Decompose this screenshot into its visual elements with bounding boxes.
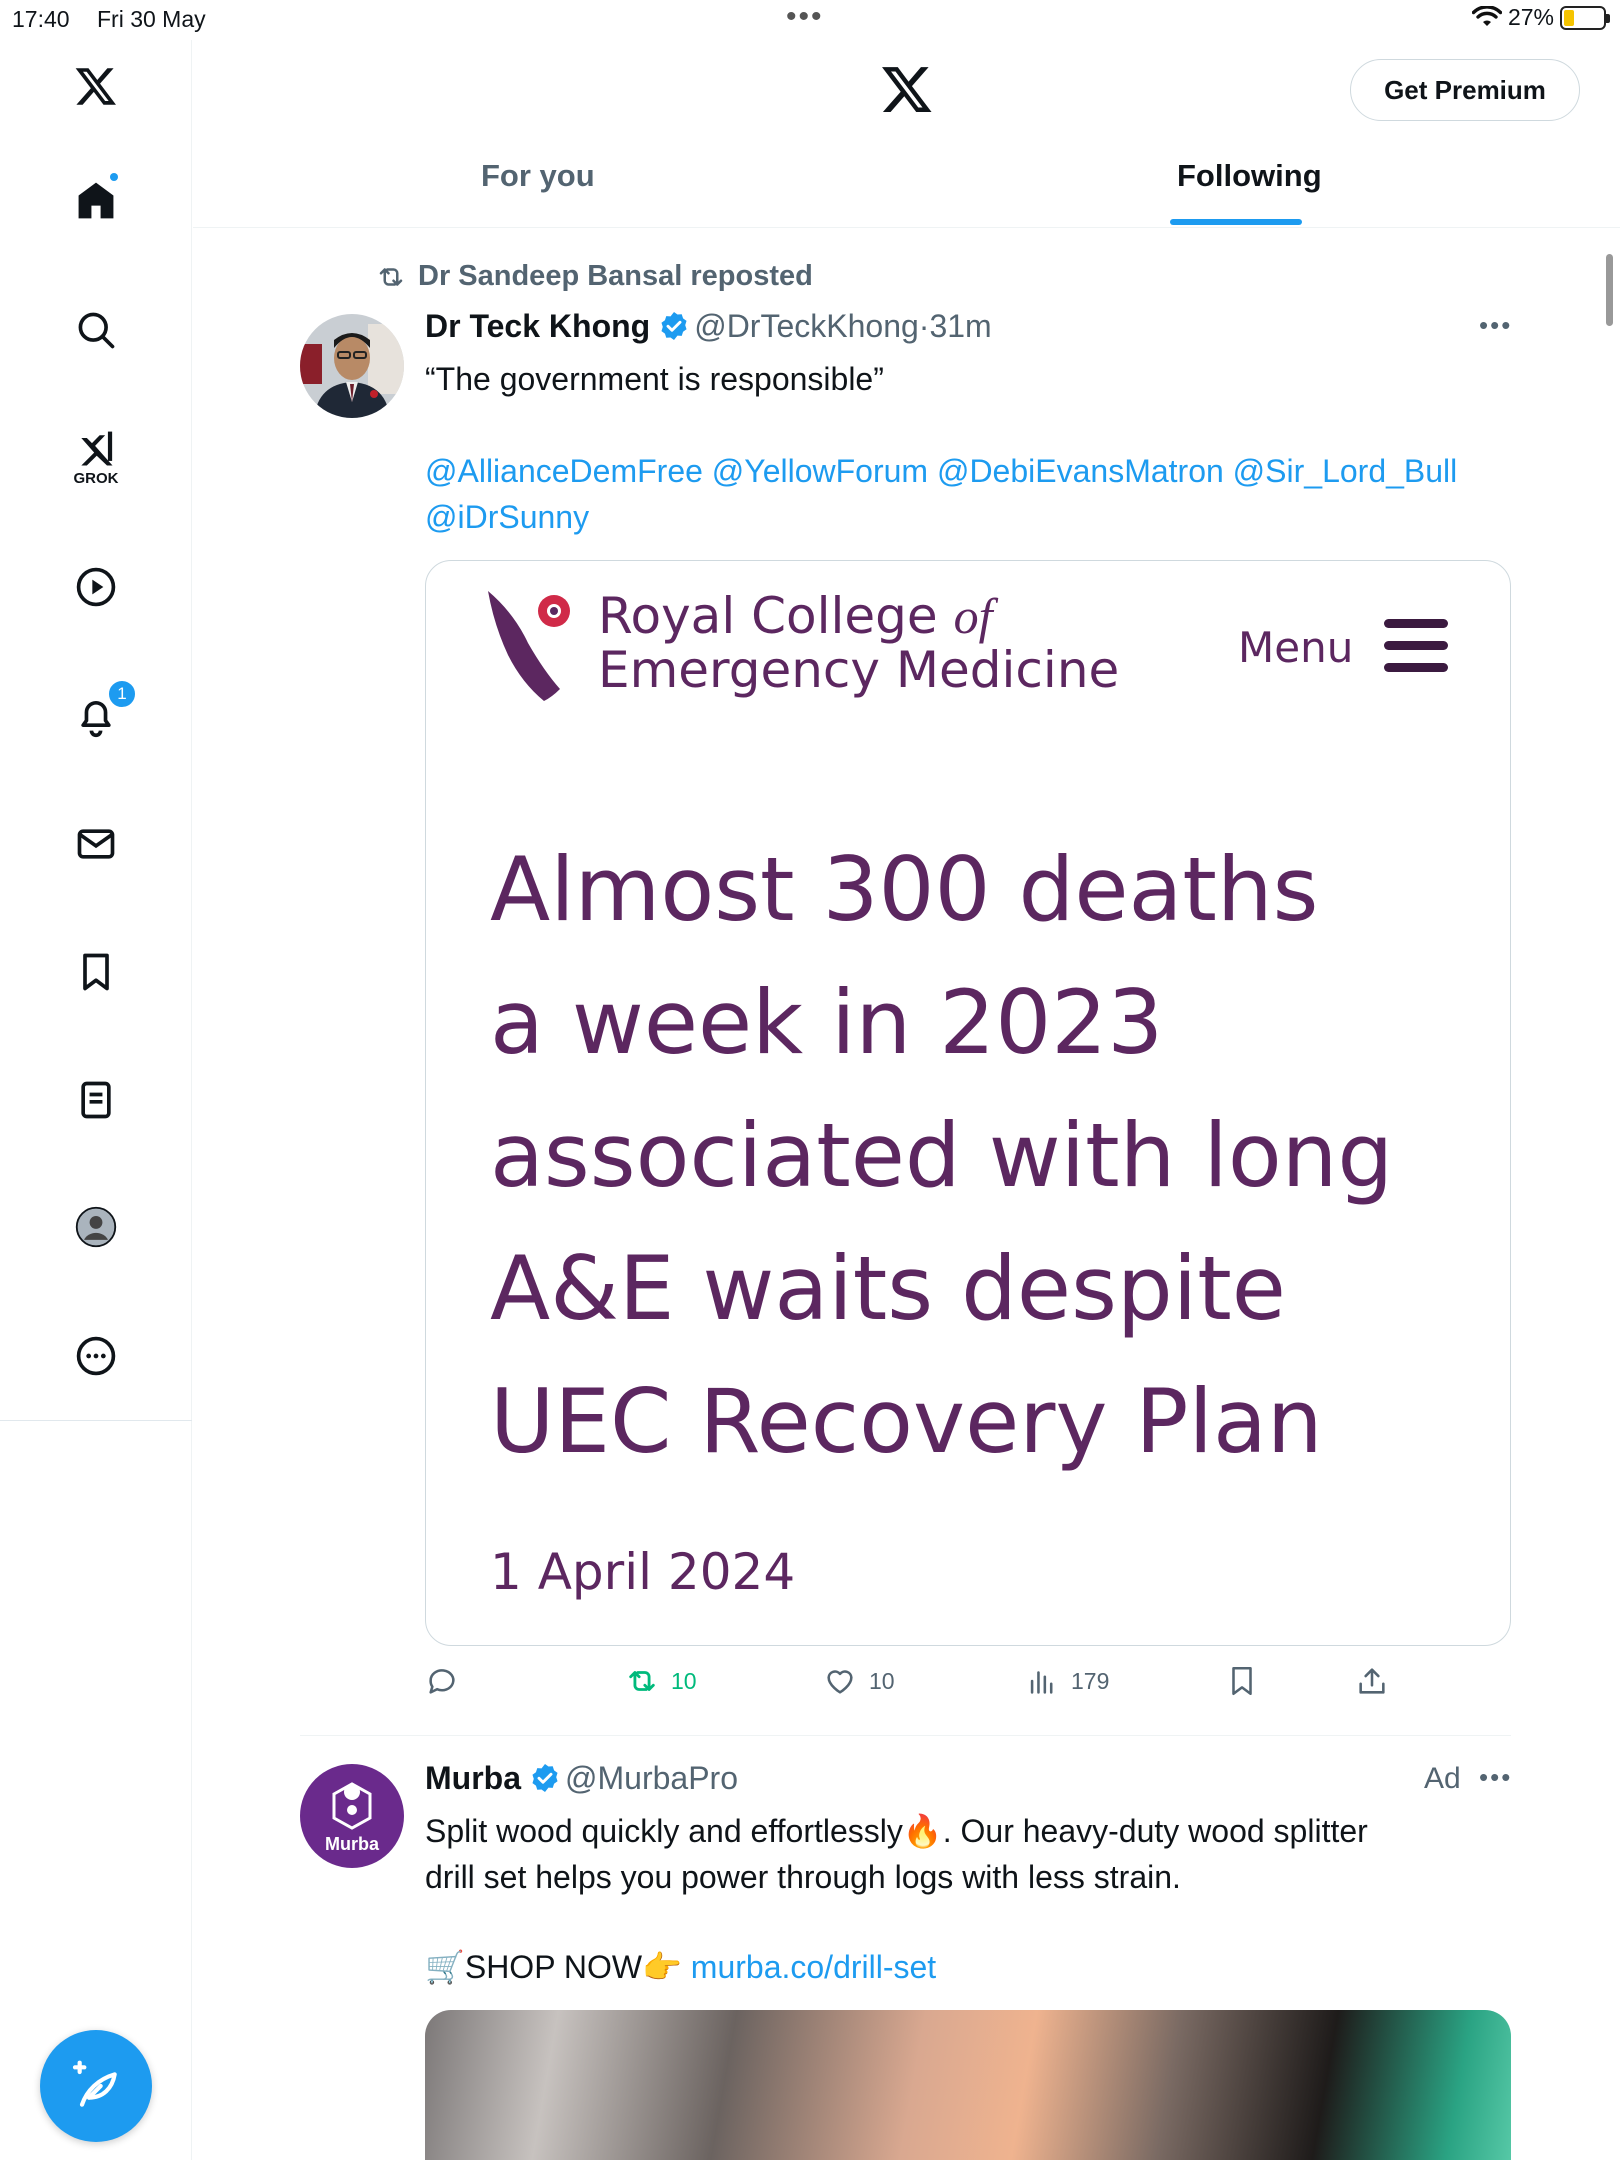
heart-icon [827,1670,853,1694]
bell-icon[interactable]: 1 [72,678,138,740]
tab-for-you[interactable]: For you [481,158,595,194]
x-logo-icon[interactable] [72,62,120,110]
sidebar-divider [0,1420,192,1421]
dot-separator: · [918,308,930,344]
share-button[interactable] [1355,1664,1389,1698]
tweet-actions: 10 10 179 [425,1664,1511,1714]
repost-indicator: Dr Sandeep Bansal reposted [376,260,813,293]
tweet-divider [300,1735,1511,1736]
status-bar: 17:40 Fri 30 May ••• 27% [0,0,1620,40]
status-time: 17:40 [12,6,70,32]
more-icon[interactable] [72,1332,120,1380]
headline-line: A&E waits despite [490,1237,1286,1340]
shop-line: 🛒SHOP NOW👉 murba.co/drill-set [425,1944,1505,1990]
org-of: of [953,588,993,644]
author-handle[interactable]: @DrTeckKhong [694,308,919,344]
home-icon[interactable] [72,173,120,225]
advertiser-name[interactable]: Murba [425,1760,521,1796]
status-right: 27% [1471,4,1610,31]
battery-percent: 27% [1507,4,1554,30]
card-date: 1 April 2024 [490,1543,796,1601]
notifications-badge: 1 [106,678,138,710]
ad-label: Ad [1424,1762,1461,1795]
author-name[interactable]: Dr Teck Khong [425,308,650,344]
repost-count: 10 [671,1667,697,1694]
headline-line: UEC Recovery Plan [490,1370,1323,1473]
ad-text-line-2: drill set helps you power through logs w… [425,1859,1181,1895]
video-icon[interactable] [72,563,120,611]
feather-plus-icon [72,2060,117,2107]
org-name: Royal College of Emergency Medicine [598,589,1119,697]
ad-text-line-1: Split wood quickly and effortlessly🔥. Ou… [425,1813,1368,1849]
ad-tweet-header: Murba @MurbaPro [425,1760,738,1797]
shop-link[interactable]: murba.co/drill-set [691,1949,936,1985]
get-premium-button[interactable]: Get Premium [1350,59,1580,121]
search-icon[interactable] [72,306,120,354]
home-unread-dot [110,173,118,181]
compose-post-button[interactable] [40,2030,152,2142]
mentions-line-2[interactable]: @iDrSunny [425,494,1505,540]
card-menu-label: Menu [1238,623,1354,672]
post-time[interactable]: 31m [929,308,991,344]
bookmark-icon [1232,1666,1252,1696]
tweet-more-icon[interactable]: ••• [1479,310,1512,341]
advertiser-avatar[interactable]: Murba [300,1764,404,1868]
views-button[interactable]: 179 [1025,1664,1109,1698]
like-button[interactable]: 10 [823,1664,895,1698]
avatar[interactable] [300,314,404,418]
headline-line: associated with long [490,1104,1394,1207]
mail-icon[interactable] [72,820,120,868]
mentions-line-1[interactable]: @AllianceDemFree @YellowForum @DebiEvans… [425,448,1505,494]
profile-icon[interactable] [72,1203,120,1251]
like-count: 10 [869,1667,895,1694]
advertiser-handle[interactable]: @MurbaPro [565,1760,738,1796]
tweet-text: “The government is responsible” [425,361,884,397]
ad-video-thumbnail[interactable] [425,2010,1511,2160]
sidebar: GROK 1 [0,40,192,2160]
verified-badge-icon [661,312,687,340]
wifi-icon [1471,5,1502,26]
headline-line: a week in 2023 [490,971,1164,1074]
views-icon [1030,1671,1053,1694]
repost-icon [379,267,403,286]
views-count: 179 [1071,1667,1110,1694]
grok-label: GROK [73,470,119,487]
rcem-logo-icon [488,591,570,701]
x-header-logo-icon [879,62,935,121]
bookmark-icon[interactable] [72,948,120,996]
advertiser-avatar-text: Murba [325,1834,379,1854]
reply-icon [429,1669,455,1694]
card-headline: Almost 300 deaths a week in 2023 associa… [490,823,1490,1488]
timeline-header: Get Premium For you Following [193,40,1620,228]
lists-icon[interactable] [72,1076,120,1124]
headline-line: Almost 300 deaths [490,838,1319,941]
shop-now-text: 🛒SHOP NOW👉 [425,1949,682,1985]
grok-icon[interactable]: GROK [72,425,120,487]
org-line-1: Royal College [598,587,938,645]
scrollbar[interactable] [1606,254,1613,326]
org-line-2: Emergency Medicine [598,641,1120,699]
repost-text[interactable]: Dr Sandeep Bansal reposted [418,260,813,293]
active-tab-indicator [1170,219,1302,225]
bookmark-button[interactable] [1225,1664,1259,1698]
repost-icon [629,1671,655,1691]
share-icon [1359,1668,1385,1694]
multitask-dots-icon[interactable]: ••• [786,0,824,34]
verified-badge-icon [532,1764,558,1792]
tweet-header: Dr Teck Khong @DrTeckKhong·31m [425,308,992,345]
ad-more-icon[interactable]: ••• [1479,1762,1512,1793]
repost-button[interactable]: 10 [625,1664,697,1698]
media-image[interactable]: Royal College of Emergency Medicine Menu… [425,560,1511,1646]
tab-following[interactable]: Following [1177,158,1322,194]
battery-icon [1560,5,1610,30]
hamburger-icon [1384,619,1448,685]
status-date: Fri 30 May [97,6,206,32]
reply-button[interactable] [425,1664,459,1698]
